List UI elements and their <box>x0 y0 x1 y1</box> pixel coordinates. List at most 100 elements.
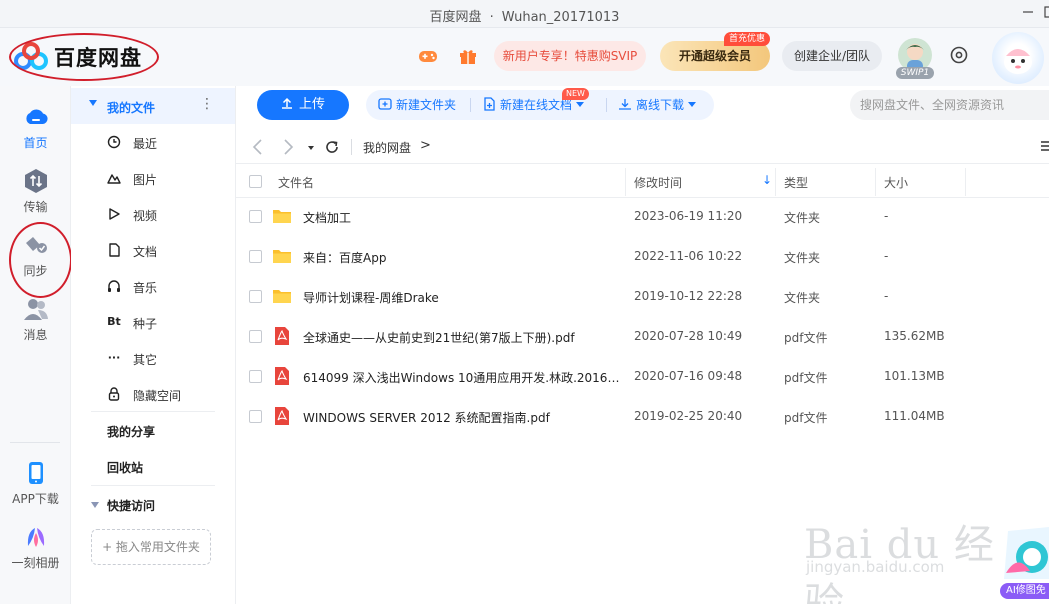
table-row[interactable]: WINDOWS SERVER 2012 系统配置指南.pdf 2019-02-2… <box>236 397 1049 437</box>
nav-home[interactable]: 首页 <box>0 104 71 151</box>
ellipsis-icon: ··· <box>107 351 121 364</box>
caret-down-icon <box>89 100 97 106</box>
mountain-image-icon <box>107 171 121 185</box>
file-name[interactable]: 全球通史——从史前史到21世纪(第7版上下册).pdf <box>303 329 621 346</box>
sidebar-item-recent[interactable]: 最近 <box>71 124 235 160</box>
headphones-icon <box>107 279 121 293</box>
list-view-icon[interactable] <box>1041 140 1049 152</box>
file-type: pdf文件 <box>784 331 828 345</box>
sidebar-divider <box>91 411 215 412</box>
table-row[interactable]: 614099 深入浅出Windows 10通用应用开发.林政.2016.… 20… <box>236 357 1049 397</box>
nav-sync-label: 同步 <box>23 264 48 278</box>
sidebar-item-videos[interactable]: 视频 <box>71 196 235 232</box>
sort-descending-icon[interactable]: ↓ <box>762 173 772 187</box>
file-name[interactable]: 614099 深入浅出Windows 10通用应用开发.林政.2016.… <box>303 369 621 386</box>
nav-home-label: 首页 <box>23 136 48 150</box>
breadcrumb-root[interactable]: 我的网盘 <box>363 139 411 156</box>
select-all-checkbox[interactable] <box>249 175 262 188</box>
row-checkbox[interactable] <box>249 410 262 423</box>
column-header-size[interactable]: 大小 <box>884 174 908 191</box>
my-share-link[interactable]: 我的分享 <box>107 423 155 440</box>
search-input[interactable] <box>850 90 1049 120</box>
title-bar: 百度网盘 · Wuhan_20171013 <box>0 0 1049 28</box>
file-type: 文件夹 <box>784 291 821 305</box>
new-folder-icon <box>378 98 392 110</box>
nav-app-download[interactable]: APP下载 <box>0 460 71 507</box>
file-name[interactable]: 来自：百度App <box>303 249 621 266</box>
nav-app-download-label: APP下载 <box>12 492 59 506</box>
column-header-modified[interactable]: 修改时间 <box>634 174 682 191</box>
table-row[interactable]: 文档加工 2023-06-19 11:20 文件夹 - <box>236 197 1049 237</box>
column-header-type[interactable]: 类型 <box>784 174 808 191</box>
column-divider[interactable] <box>875 168 876 196</box>
offline-download-button[interactable]: 离线下载 <box>618 90 697 120</box>
forward-arrow-icon[interactable] <box>280 138 296 156</box>
new-doc-icon <box>484 97 495 111</box>
file-name[interactable]: 导师计划课程-周维Drake <box>303 289 621 306</box>
toolbar-divider <box>606 98 607 112</box>
sidebar-item-others[interactable]: ··· 其它 <box>71 340 235 376</box>
maximize-icon[interactable] <box>1040 4 1049 24</box>
row-checkbox[interactable] <box>249 370 262 383</box>
quick-access-section[interactable]: 快捷访问 <box>91 497 155 514</box>
row-checkbox[interactable] <box>249 330 262 343</box>
file-type: 文件夹 <box>784 251 821 265</box>
table-row[interactable]: 来自：百度App 2022-11-06 10:22 文件夹 - <box>236 237 1049 277</box>
file-size: 135.62MB <box>884 329 945 343</box>
ai-edit-label: AI修图免 <box>1000 583 1049 599</box>
svip-level-badge: SWIP1 <box>896 67 934 79</box>
drop-folder-zone[interactable]: + 拖入常用文件夹 <box>91 529 211 565</box>
watermark-main-text: Bai du 经验 <box>804 522 995 604</box>
app-logo[interactable]: 百度网盘 <box>14 36 156 78</box>
pdf-file-icon <box>272 326 292 346</box>
pdf-file-icon <box>272 366 292 386</box>
sidebar-item-torrents[interactable]: Bt 种子 <box>71 304 235 340</box>
sidebar-item-documents[interactable]: 文档 <box>71 232 235 268</box>
my-files-section[interactable]: 我的文件 ⋮ <box>71 88 235 124</box>
dropdown-caret-icon <box>576 102 585 107</box>
caret-down-icon <box>91 502 99 508</box>
column-divider[interactable] <box>965 168 966 196</box>
column-header-name[interactable]: 文件名 <box>278 174 314 191</box>
nav-transfer-label: 传输 <box>23 200 48 214</box>
sidebar-item-music[interactable]: 音乐 <box>71 268 235 304</box>
nav-messages[interactable]: 消息 <box>0 296 71 343</box>
file-size: - <box>884 209 889 223</box>
refresh-icon[interactable] <box>324 138 340 156</box>
watermark-url-text: jingyan.baidu.com <box>806 558 945 576</box>
assistant-mascot-icon[interactable] <box>992 32 1044 84</box>
new-folder-button[interactable]: 新建文件夹 <box>378 90 456 120</box>
history-dropdown-icon[interactable] <box>306 138 322 156</box>
breadcrumb-chevron: > <box>420 138 431 153</box>
back-arrow-icon[interactable] <box>250 138 266 156</box>
window-app-name: 百度网盘 <box>429 10 482 25</box>
row-checkbox[interactable] <box>249 250 262 263</box>
ai-edit-widget[interactable]: AI修图免 <box>998 523 1049 604</box>
sidebar-item-images[interactable]: 图片 <box>71 160 235 196</box>
upload-button[interactable]: 上传 <box>257 90 349 120</box>
file-name[interactable]: 文档加工 <box>303 209 621 226</box>
create-team-button[interactable]: 创建企业/团队 <box>782 41 882 71</box>
column-divider[interactable] <box>625 168 626 196</box>
file-name[interactable]: WINDOWS SERVER 2012 系统配置指南.pdf <box>303 409 621 426</box>
more-options-icon[interactable]: ⋮ <box>200 96 214 112</box>
table-row[interactable]: 导师计划课程-周维Drake 2019-10-12 22:28 文件夹 - <box>236 277 1049 317</box>
gift-icon[interactable] <box>456 44 480 68</box>
baidu-jingyan-watermark: Bai du 经验 jingyan.baidu.com <box>804 512 1004 604</box>
game-controller-icon[interactable] <box>416 44 440 68</box>
column-divider[interactable] <box>775 168 776 196</box>
svip-promo-button[interactable]: 新用户专享！特惠购SVIP <box>494 41 646 71</box>
table-row[interactable]: 全球通史——从史前史到21世纪(第7版上下册).pdf 2020-07-28 1… <box>236 317 1049 357</box>
sidebar-item-hidden-space[interactable]: 隐藏空间 <box>71 376 235 412</box>
nav-sync[interactable]: 同步 <box>0 232 71 279</box>
settings-gear-icon[interactable] <box>948 44 970 66</box>
file-type: pdf文件 <box>784 411 828 425</box>
nav-photo-album[interactable]: 一刻相册 <box>0 524 71 571</box>
nav-transfer[interactable]: 传输 <box>0 168 71 215</box>
row-checkbox[interactable] <box>249 210 262 223</box>
row-checkbox[interactable] <box>249 290 262 303</box>
baidu-netdisk-logo-icon <box>14 42 48 72</box>
recycle-bin-link[interactable]: 回收站 <box>107 459 143 476</box>
minimize-icon[interactable] <box>1018 4 1038 24</box>
sidebar-divider <box>91 485 215 486</box>
